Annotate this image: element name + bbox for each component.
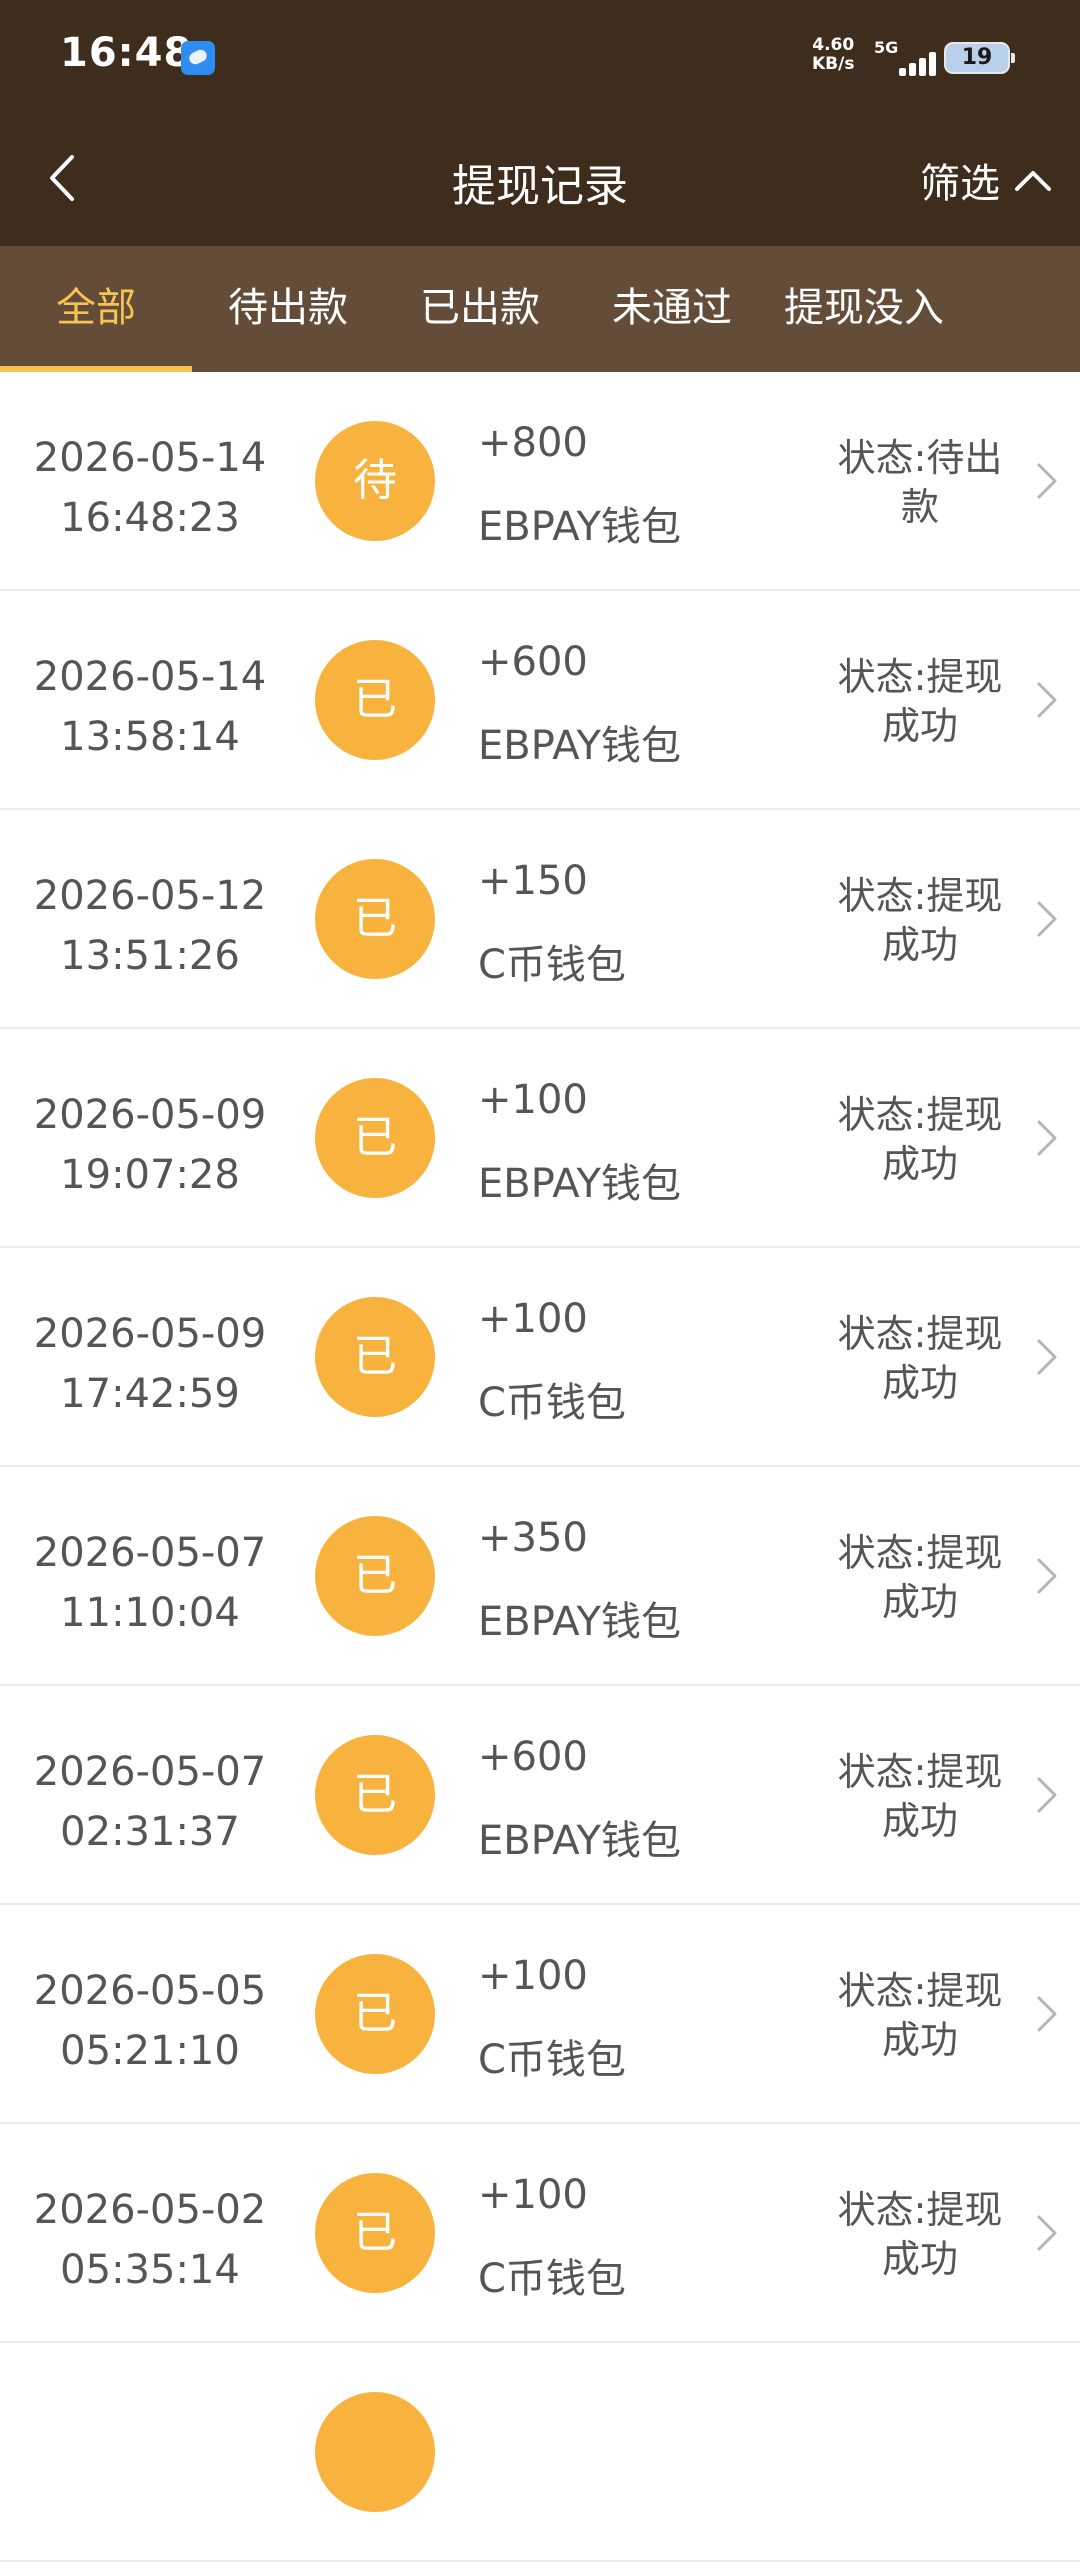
tab-all[interactable]: 全部 bbox=[0, 246, 192, 372]
chevron-right-icon bbox=[1037, 1558, 1057, 1594]
list-item[interactable]: 2026-05-07 11:10:04 已 +350 EBPAY钱包 状态:提现… bbox=[0, 1467, 1080, 1686]
tab-rejected[interactable]: 未通过 bbox=[576, 246, 768, 372]
status-badge: 已 bbox=[315, 1735, 435, 1855]
status-badge: 已 bbox=[315, 859, 435, 979]
chevron-right-icon bbox=[1037, 463, 1057, 499]
withdrawal-list: 2026-05-14 16:48:23 待 +800 EBPAY钱包 状态:待出… bbox=[0, 372, 1080, 2562]
record-wallet: C币钱包 bbox=[478, 2037, 626, 2083]
chevron-right-icon bbox=[1037, 2215, 1057, 2251]
list-item[interactable] bbox=[0, 2343, 1080, 2562]
record-status: 状态:提现 成功 bbox=[837, 655, 1003, 748]
record-amount: +100 bbox=[478, 1077, 588, 1123]
chevron-up-icon bbox=[1015, 171, 1051, 191]
status-tabs: 全部 待出款 已出款 未通过 提现没入 bbox=[0, 246, 1080, 372]
record-wallet: EBPAY钱包 bbox=[478, 504, 681, 550]
record-datetime: 2026-05-12 13:51:26 bbox=[33, 873, 267, 979]
page-title: 提现记录 bbox=[452, 161, 628, 212]
filter-button[interactable]: 筛选 bbox=[920, 150, 1052, 210]
record-wallet: C币钱包 bbox=[478, 1380, 626, 1426]
record-amount: +100 bbox=[478, 1953, 588, 1999]
chevron-right-icon bbox=[1037, 682, 1057, 718]
list-item[interactable]: 2026-05-12 13:51:26 已 +150 C币钱包 状态:提现 成功 bbox=[0, 810, 1080, 1029]
record-datetime: 2026-05-14 16:48:23 bbox=[33, 435, 267, 541]
record-datetime: 2026-05-07 11:10:04 bbox=[33, 1530, 267, 1636]
list-item[interactable]: 2026-05-05 05:21:10 已 +100 C币钱包 状态:提现 成功 bbox=[0, 1905, 1080, 2124]
record-status: 状态:提现 成功 bbox=[837, 874, 1003, 967]
record-datetime: 2026-05-14 13:58:14 bbox=[33, 654, 267, 760]
status-badge: 待 bbox=[315, 421, 435, 541]
list-item[interactable]: 2026-05-14 16:48:23 待 +800 EBPAY钱包 状态:待出… bbox=[0, 372, 1080, 591]
record-status: 状态:提现 成功 bbox=[837, 2188, 1003, 2281]
status-bar: 16:48 4.60 KB/s 5G 19 bbox=[0, 0, 1080, 116]
record-amount: +350 bbox=[478, 1515, 588, 1561]
record-status: 状态:提现 成功 bbox=[837, 1312, 1003, 1405]
record-datetime: 2026-05-05 05:21:10 bbox=[33, 1968, 267, 2074]
chevron-right-icon bbox=[1037, 1120, 1057, 1156]
record-datetime: 2026-05-09 17:42:59 bbox=[33, 1311, 267, 1417]
record-amount: +100 bbox=[478, 2172, 588, 2218]
status-badge: 已 bbox=[315, 1297, 435, 1417]
record-wallet: EBPAY钱包 bbox=[478, 1161, 681, 1207]
app-notification-icon bbox=[181, 41, 215, 75]
chevron-right-icon bbox=[1037, 1339, 1057, 1375]
record-status: 状态:提现 成功 bbox=[837, 1531, 1003, 1624]
status-badge: 已 bbox=[315, 1078, 435, 1198]
record-status: 状态:待出 款 bbox=[837, 436, 1003, 529]
status-badge: 已 bbox=[315, 1516, 435, 1636]
record-status: 状态:提现 成功 bbox=[837, 1093, 1003, 1186]
network-speed: 4.60 KB/s bbox=[812, 35, 855, 74]
list-item[interactable]: 2026-05-14 13:58:14 已 +600 EBPAY钱包 状态:提现… bbox=[0, 591, 1080, 810]
chevron-right-icon bbox=[1037, 901, 1057, 937]
record-datetime: 2026-05-02 05:35:14 bbox=[33, 2187, 267, 2293]
tab-pending[interactable]: 待出款 bbox=[192, 246, 384, 372]
record-datetime: 2026-05-09 19:07:28 bbox=[33, 1092, 267, 1198]
status-badge: 已 bbox=[315, 2173, 435, 2293]
record-amount: +600 bbox=[478, 639, 588, 685]
tab-paid[interactable]: 已出款 bbox=[384, 246, 576, 372]
record-status: 状态:提现 成功 bbox=[837, 1969, 1003, 2062]
list-item[interactable]: 2026-05-07 02:31:37 已 +600 EBPAY钱包 状态:提现… bbox=[0, 1686, 1080, 1905]
list-item[interactable]: 2026-05-09 17:42:59 已 +100 C币钱包 状态:提现 成功 bbox=[0, 1248, 1080, 1467]
list-item[interactable]: 2026-05-02 05:35:14 已 +100 C币钱包 状态:提现 成功 bbox=[0, 2124, 1080, 2343]
list-item[interactable]: 2026-05-09 19:07:28 已 +100 EBPAY钱包 状态:提现… bbox=[0, 1029, 1080, 1248]
record-wallet: C币钱包 bbox=[478, 942, 626, 988]
filter-label: 筛选 bbox=[920, 161, 1000, 207]
tab-not-received[interactable]: 提现没入 bbox=[764, 246, 964, 372]
record-datetime: 2026-05-07 02:31:37 bbox=[33, 1749, 267, 1855]
status-badge: 已 bbox=[315, 640, 435, 760]
record-amount: +100 bbox=[478, 1296, 588, 1342]
battery-icon: 19 bbox=[944, 42, 1015, 74]
record-status: 状态:提现 成功 bbox=[837, 1750, 1003, 1843]
record-amount: +600 bbox=[478, 1734, 588, 1780]
record-amount: +150 bbox=[478, 858, 588, 904]
status-time: 16:48 bbox=[60, 30, 193, 76]
status-badge: 已 bbox=[315, 1954, 435, 2074]
record-wallet: EBPAY钱包 bbox=[478, 1599, 681, 1645]
navigation-bar: 提现记录 筛选 bbox=[0, 116, 1080, 246]
status-badge bbox=[315, 2392, 435, 2512]
record-wallet: EBPAY钱包 bbox=[478, 723, 681, 769]
record-wallet: EBPAY钱包 bbox=[478, 1818, 681, 1864]
record-wallet: C币钱包 bbox=[478, 2256, 626, 2302]
chevron-right-icon bbox=[1037, 1777, 1057, 1813]
chevron-right-icon bbox=[1037, 1996, 1057, 2032]
record-amount: +800 bbox=[478, 420, 588, 466]
